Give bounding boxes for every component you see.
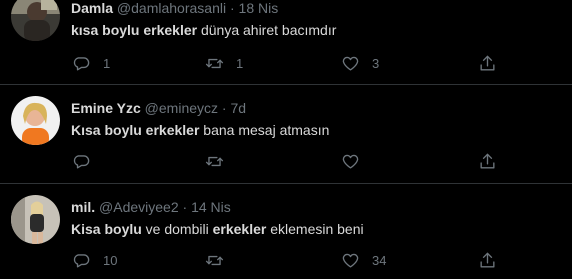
retweet-button[interactable]: 1 <box>205 52 243 74</box>
avatar[interactable] <box>11 195 60 244</box>
like-count: 34 <box>372 252 387 268</box>
tweet-actions: 1 1 3 <box>68 52 498 74</box>
user-handle[interactable]: @damlahorasanli <box>117 0 226 16</box>
reply-count: 10 <box>103 252 118 268</box>
heart-icon <box>342 154 359 169</box>
tweet-text: kısa boylu erkekler dünya ahiret bacımdı… <box>71 20 336 40</box>
share-icon <box>480 252 495 268</box>
avatar[interactable] <box>11 0 60 41</box>
retweet-button[interactable] <box>205 150 236 172</box>
reply-count: 1 <box>103 55 111 71</box>
tweet-actions: 10 34 <box>68 249 498 271</box>
tweet-card[interactable]: Emine Yzc @emineycz · 7d Kısa boylu erke… <box>0 84 572 183</box>
tweet-date[interactable]: 18 Nis <box>239 0 279 16</box>
retweet-button[interactable] <box>205 249 236 271</box>
tweet-header: mil. @Adeviyee2 · 14 Nis <box>71 197 231 217</box>
reply-button[interactable]: 10 <box>72 249 117 271</box>
reply-icon <box>73 56 90 71</box>
separator: · <box>182 199 188 215</box>
tweet-text: Kisa boylu ve dombili erkekler eklemesin… <box>71 219 364 239</box>
tweet-actions <box>68 150 498 172</box>
share-button[interactable] <box>478 52 497 74</box>
tweet-card[interactable]: mil. @Adeviyee2 · 14 Nis Kisa boylu ve d… <box>0 183 572 279</box>
display-name[interactable]: Emine Yzc <box>71 100 141 116</box>
tweet-text-segment: kısa boylu erkekler <box>71 22 198 38</box>
display-name[interactable]: Damla <box>71 0 113 16</box>
tweet-text-segment: erkekler <box>212 221 267 237</box>
tweet-card[interactable]: Damla @damlahorasanli · 18 Nis kısa boyl… <box>0 0 572 84</box>
tweet-feed: Damla @damlahorasanli · 18 Nis kısa boyl… <box>0 0 572 279</box>
tweet-text-segment: eklemesin beni <box>266 221 364 237</box>
tweet-text-segment: Kısa boylu erkekler <box>71 122 200 138</box>
tweet-text-segment: ve dombili <box>141 221 213 237</box>
retweet-icon <box>205 156 224 166</box>
reply-button[interactable]: 1 <box>72 52 110 74</box>
tweet-text-segment: bana mesaj atmasın <box>199 122 330 138</box>
reply-icon <box>73 154 90 169</box>
share-button[interactable] <box>478 249 497 271</box>
heart-icon <box>342 56 359 71</box>
tweet-text-segment: dünya ahiret bacımdır <box>197 22 337 38</box>
share-icon <box>480 153 495 169</box>
like-count: 3 <box>372 55 380 71</box>
reply-button[interactable] <box>72 150 103 172</box>
heart-icon <box>342 253 359 268</box>
tweet-date[interactable]: 14 Nis <box>191 199 231 215</box>
display-name[interactable]: mil. <box>71 199 95 215</box>
share-icon <box>480 55 495 71</box>
tweet-date[interactable]: 7d <box>230 100 246 116</box>
separator: · <box>229 0 235 16</box>
avatar[interactable] <box>11 96 60 145</box>
share-button[interactable] <box>478 150 497 172</box>
retweet-icon <box>205 255 224 265</box>
retweet-icon <box>205 58 224 68</box>
tweet-header: Emine Yzc @emineycz · 7d <box>71 98 246 118</box>
tweet-text: Kısa boylu erkekler bana mesaj atmasın <box>71 120 329 140</box>
like-button[interactable]: 34 <box>341 249 386 271</box>
reply-icon <box>73 253 90 268</box>
like-button[interactable] <box>341 150 372 172</box>
tweet-header: Damla @damlahorasanli · 18 Nis <box>71 0 278 18</box>
user-handle[interactable]: @Adeviyee2 <box>99 199 179 215</box>
user-handle[interactable]: @emineycz <box>145 100 218 116</box>
like-button[interactable]: 3 <box>341 52 379 74</box>
tweet-text-segment: Kisa boylu <box>71 221 142 237</box>
separator: · <box>221 100 227 116</box>
retweet-count: 1 <box>236 55 244 71</box>
